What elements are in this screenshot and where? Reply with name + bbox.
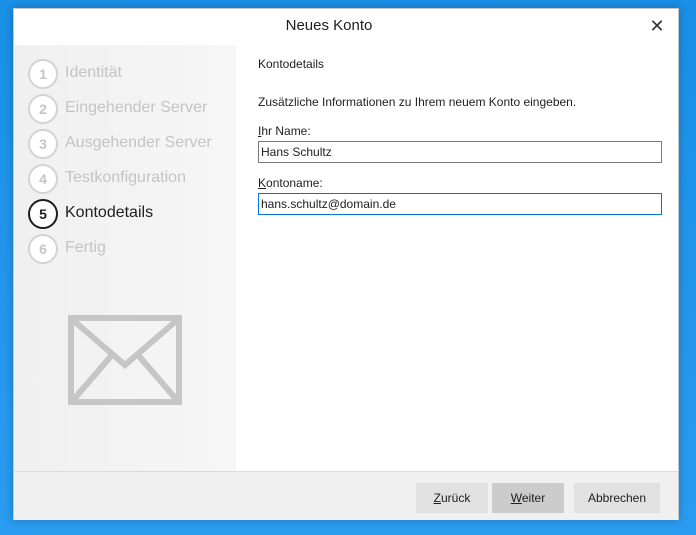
close-icon[interactable]: ✕	[646, 15, 668, 37]
name-label-text: hr Name:	[261, 124, 311, 138]
intro-text: Zusätzliche Informationen zu Ihrem neuem…	[258, 95, 577, 109]
dialog-footer: Zurück Weiter Abbrechen	[14, 471, 678, 520]
next-button[interactable]: Weiter	[492, 483, 564, 513]
step-number-5: 5	[28, 199, 58, 229]
step-label-incoming-server: Eingehender Server	[65, 99, 208, 116]
back-button-access-key: Z	[433, 491, 441, 505]
window-title: Neues Konto	[285, 17, 373, 34]
name-input[interactable]: Hans Schultz	[258, 141, 662, 163]
step-label-test-configuration: Testkonfiguration	[65, 169, 186, 186]
account-name-label-access-key: K	[258, 176, 267, 190]
name-label: Ihr Name:	[258, 124, 311, 138]
section-title: Kontodetails	[258, 57, 325, 71]
step-number-2: 2	[28, 94, 58, 124]
step-number-4: 4	[28, 164, 58, 194]
step-label-done: Fertig	[65, 239, 106, 256]
step-number-1: 1	[28, 59, 58, 89]
back-button[interactable]: Zurück	[416, 483, 488, 513]
step-label-account-details: Kontodetails	[65, 204, 154, 221]
new-account-dialog: Neues Konto ✕ 1 Identität 2 Eingehender …	[13, 8, 679, 520]
title-bar: Neues Konto ✕	[14, 9, 678, 45]
next-button-access-key: W	[510, 491, 522, 505]
step-label-identity: Identität	[65, 64, 122, 81]
account-name-input[interactable]: hans.schultz@domain.de	[258, 193, 662, 215]
step-number-6: 6	[28, 234, 58, 264]
account-details-panel: Kontodetails Zusätzliche Informationen z…	[236, 45, 678, 471]
envelope-icon	[68, 315, 182, 405]
next-button-label: eiter	[521, 491, 546, 505]
cancel-button[interactable]: Abbrechen	[574, 483, 660, 513]
account-name-label: Kontoname:	[258, 176, 323, 190]
step-label-outgoing-server: Ausgehender Server	[65, 134, 212, 151]
step-number-3: 3	[28, 129, 58, 159]
back-button-label: urück	[441, 491, 471, 505]
account-name-label-text: ontoname:	[266, 176, 323, 190]
wizard-steps-sidebar: 1 Identität 2 Eingehender Server 3 Ausge…	[14, 45, 236, 471]
